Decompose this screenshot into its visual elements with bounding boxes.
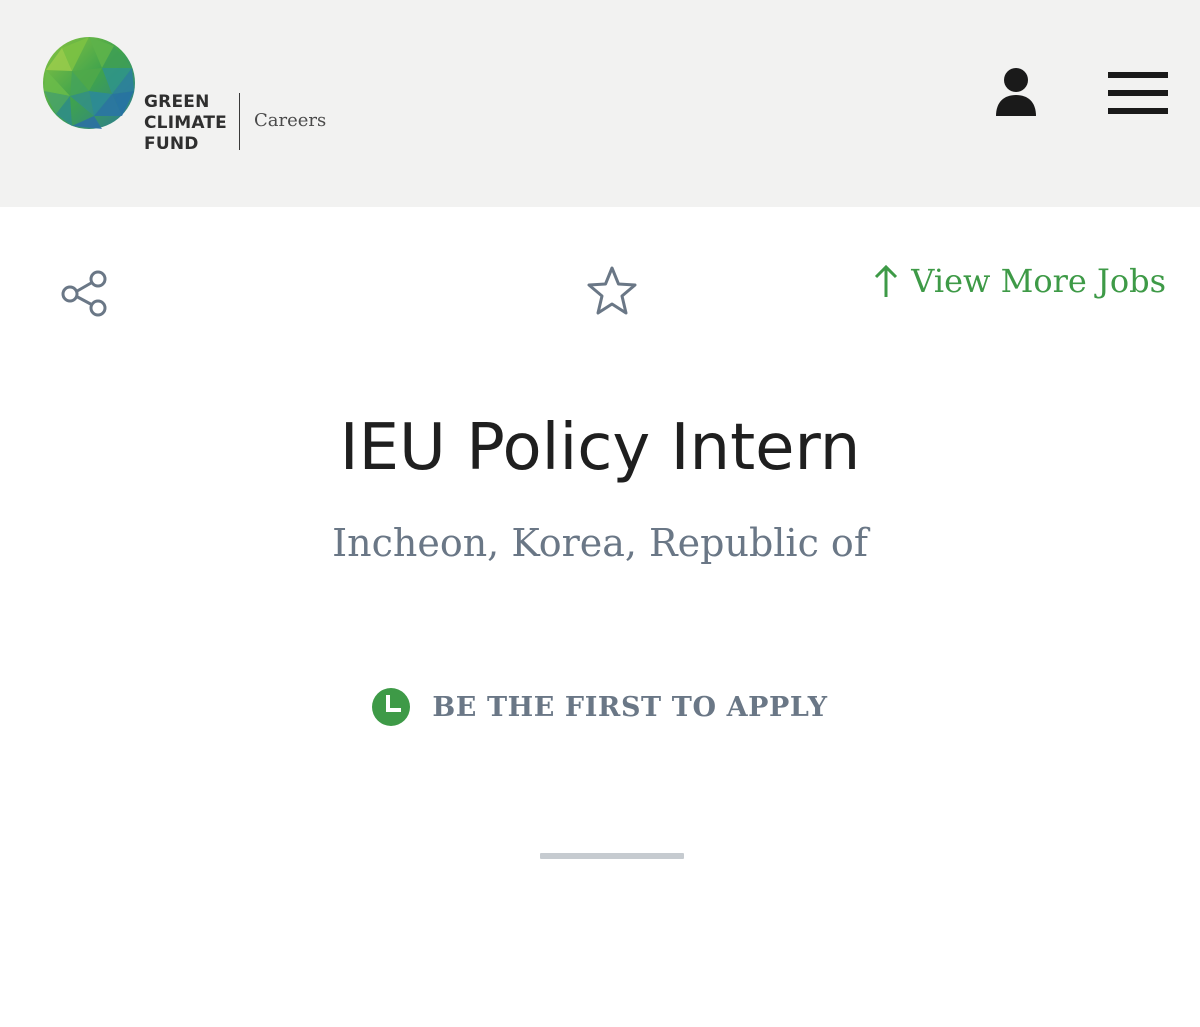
menu-button[interactable] bbox=[1108, 70, 1168, 118]
apply-status-text: BE THE FIRST TO APPLY bbox=[432, 691, 828, 723]
clock-icon bbox=[372, 688, 411, 726]
logo-line: GREEN bbox=[144, 92, 210, 112]
hamburger-menu-icon bbox=[1108, 72, 1168, 114]
job-title: IEU Policy Intern bbox=[339, 411, 861, 485]
save-job-button[interactable] bbox=[584, 264, 640, 320]
arrow-up-icon bbox=[875, 264, 898, 297]
profile-button[interactable] bbox=[992, 66, 1040, 118]
job-detail-page: GREEN CLIMATE FUND Careers View More Job… bbox=[0, 0, 1200, 1027]
logo-line: CLIMATE bbox=[144, 113, 227, 133]
star-icon bbox=[587, 266, 637, 315]
careers-label: Careers bbox=[254, 110, 327, 131]
job-location: Incheon, Korea, Republic of bbox=[332, 521, 868, 565]
share-icon bbox=[61, 270, 107, 317]
logo-wordmark: GREEN CLIMATE FUND bbox=[144, 92, 236, 155]
user-icon bbox=[996, 68, 1036, 116]
site-header: GREEN CLIMATE FUND Careers bbox=[0, 0, 1200, 207]
section-divider bbox=[540, 853, 684, 859]
view-more-jobs-link[interactable]: View More Jobs bbox=[873, 262, 1166, 300]
apply-status: BE THE FIRST TO APPLY bbox=[0, 688, 1200, 726]
globe-logo-icon bbox=[43, 37, 135, 129]
share-button[interactable] bbox=[58, 266, 114, 322]
gcf-careers-logo[interactable]: GREEN CLIMATE FUND Careers bbox=[42, 36, 342, 156]
logo-divider bbox=[239, 93, 240, 150]
view-more-jobs-label: View More Jobs bbox=[911, 262, 1166, 300]
logo-line: FUND bbox=[144, 134, 199, 154]
